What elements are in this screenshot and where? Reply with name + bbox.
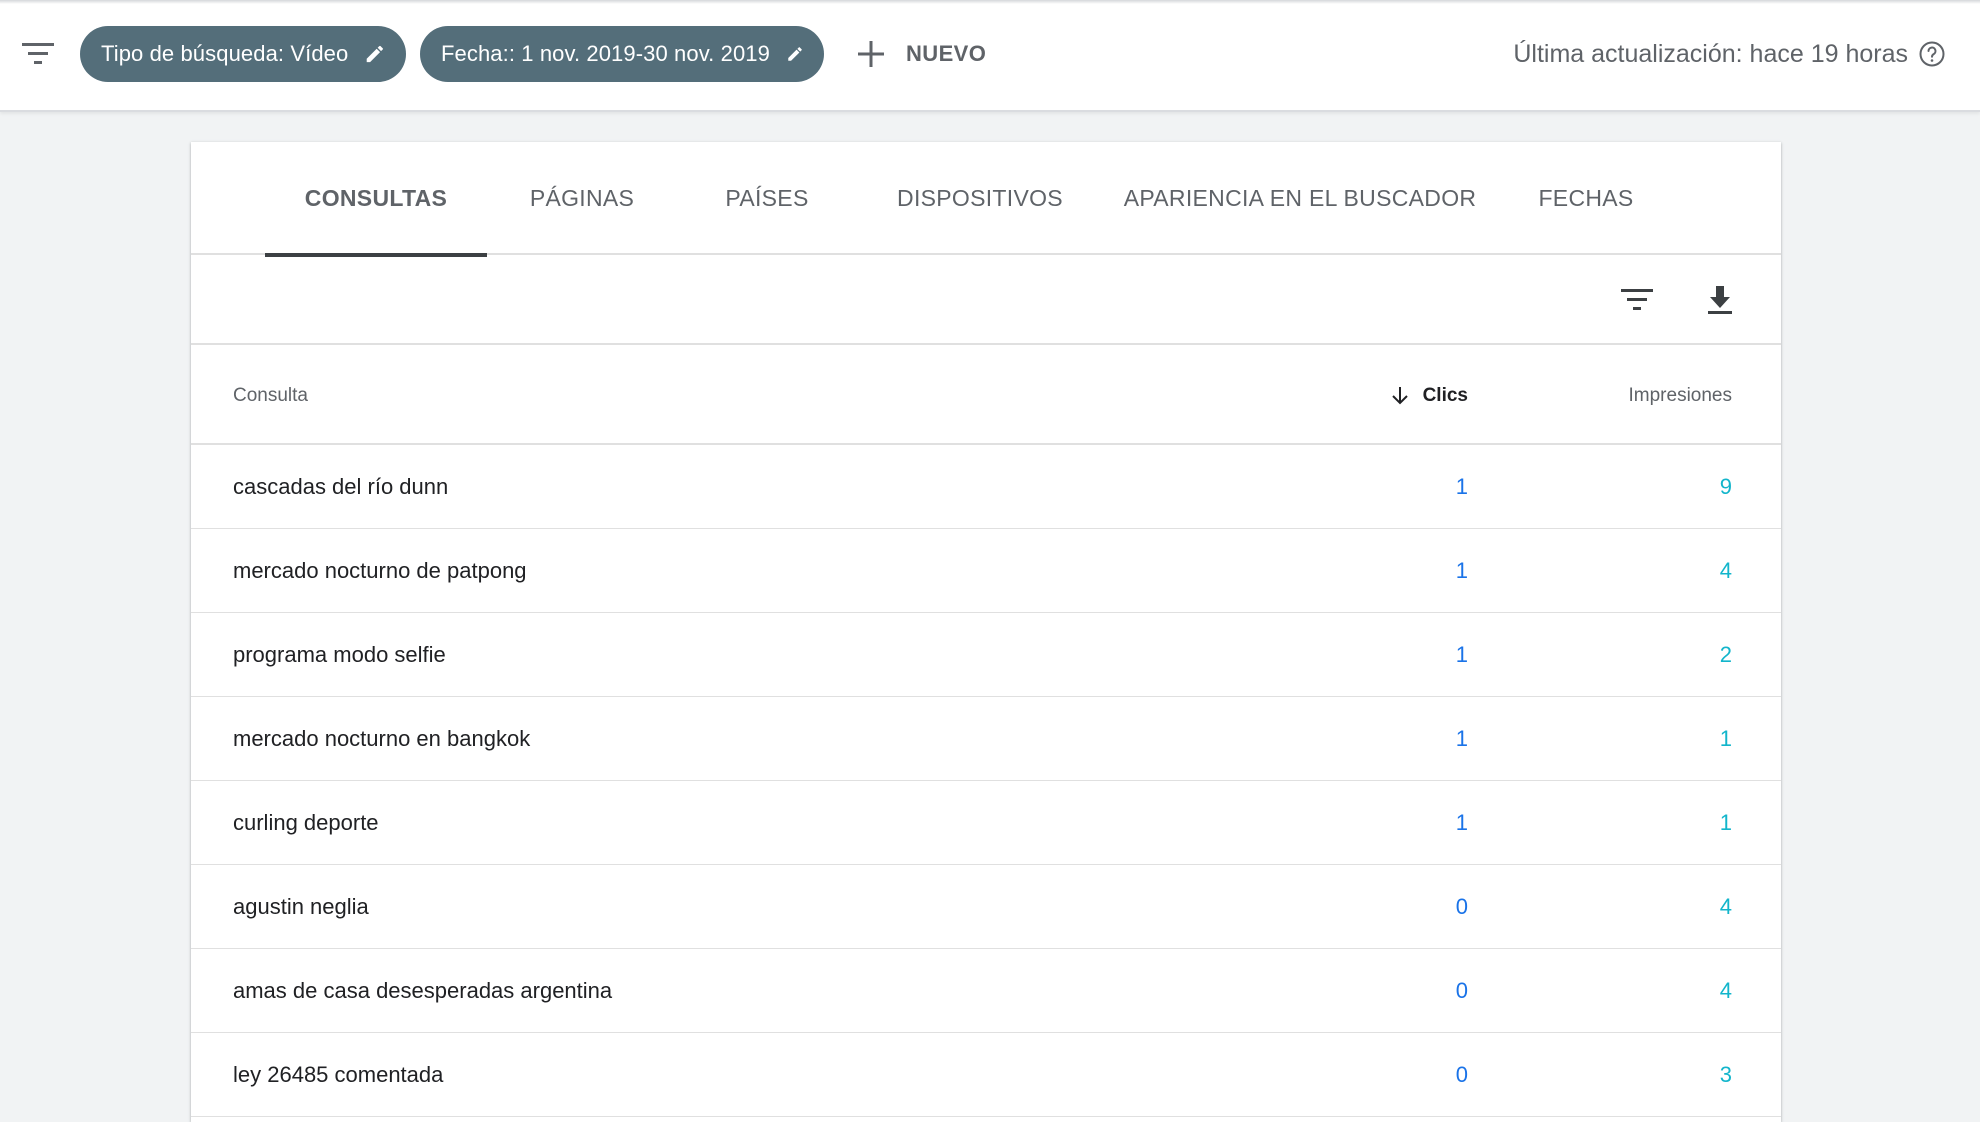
clicks-cell: 1	[1455, 809, 1468, 835]
clicks-cell: 1	[1455, 473, 1468, 499]
performance-table-card: CONSULTAS PÁGINAS PAÍSES DISPOSITIVOS AP…	[191, 142, 1781, 1122]
filter-list-icon[interactable]	[22, 40, 54, 68]
chip-label: Fecha:: 1 nov. 2019-30 nov. 2019	[441, 41, 770, 66]
chip-label: Tipo de búsqueda: Vídeo	[101, 41, 349, 66]
table-body: cascadas del río dunn 1 9 mercado noctur…	[191, 445, 1781, 1117]
table-header: Consulta Clics Impresiones	[191, 347, 1781, 445]
query-cell: mercado nocturno en bangkok	[233, 725, 531, 751]
table-row[interactable]: ley 26485 comentada 0 3	[191, 1033, 1781, 1117]
search-type-chip[interactable]: Tipo de búsqueda: Vídeo	[80, 26, 406, 82]
pencil-icon[interactable]	[364, 41, 386, 67]
tab-label: PAÍSES	[725, 185, 809, 211]
table-toolbar	[191, 255, 1781, 345]
impressions-cell: 1	[1719, 809, 1732, 835]
tab-label: APARIENCIA EN EL BUSCADOR	[1123, 185, 1477, 211]
clicks-cell: 0	[1455, 977, 1468, 1003]
tab-label: FECHAS	[1538, 185, 1634, 211]
tab-consultas[interactable]: CONSULTAS	[265, 142, 487, 257]
clicks-cell: 1	[1455, 725, 1468, 751]
table-row[interactable]: mercado nocturno en bangkok 1 1	[191, 697, 1781, 781]
table-row[interactable]: curling deporte 1 1	[191, 781, 1781, 865]
table-row[interactable]: cascadas del río dunn 1 9	[191, 445, 1781, 529]
query-cell: programa modo selfie	[233, 641, 446, 667]
impressions-cell: 4	[1719, 977, 1732, 1003]
table-row[interactable]: mercado nocturno de patpong 1 4	[191, 529, 1781, 613]
date-range-chip[interactable]: Fecha:: 1 nov. 2019-30 nov. 2019	[420, 26, 824, 82]
pencil-icon[interactable]	[786, 41, 804, 67]
query-cell: agustin neglia	[233, 893, 369, 919]
impressions-cell: 4	[1719, 893, 1732, 919]
query-cell: amas de casa desesperadas argentina	[233, 977, 613, 1003]
impressions-cell: 2	[1719, 641, 1732, 667]
tab-paises[interactable]: PAÍSES	[677, 142, 857, 255]
query-cell: curling deporte	[233, 809, 379, 835]
tab-label: PÁGINAS	[529, 185, 635, 211]
column-header-query: Consulta	[233, 347, 308, 445]
clicks-cell: 1	[1455, 557, 1468, 583]
new-filter-label: NUEVO	[906, 41, 987, 66]
column-label: Clics	[1422, 385, 1468, 406]
download-icon[interactable]	[1703, 283, 1737, 317]
plus-icon	[858, 41, 884, 67]
table-row[interactable]: agustin neglia 0 4	[191, 865, 1781, 949]
column-label: Impresiones	[1628, 385, 1733, 406]
tab-label: DISPOSITIVOS	[897, 185, 1063, 211]
query-cell: cascadas del río dunn	[233, 473, 449, 499]
filter-list-icon[interactable]	[1620, 283, 1654, 317]
column-header-clicks[interactable]: Clics	[1389, 347, 1468, 445]
last-update-text: Última actualización: hace 19 horas	[1513, 39, 1908, 68]
tab-apariencia[interactable]: APARIENCIA EN EL BUSCADOR	[1103, 142, 1497, 255]
impressions-cell: 1	[1719, 725, 1732, 751]
clicks-cell: 0	[1455, 1061, 1468, 1087]
arrow-down-icon	[1391, 387, 1408, 405]
tab-dispositivos[interactable]: DISPOSITIVOS	[857, 142, 1103, 255]
impressions-cell: 9	[1719, 473, 1732, 499]
query-cell: mercado nocturno de patpong	[233, 557, 527, 583]
impressions-cell: 4	[1719, 557, 1732, 583]
table-row[interactable]: amas de casa desesperadas argentina 0 4	[191, 949, 1781, 1033]
clicks-cell: 0	[1455, 893, 1468, 919]
column-header-impressions[interactable]: Impresiones	[1629, 347, 1733, 445]
tab-fechas[interactable]: FECHAS	[1497, 142, 1675, 255]
top-filter-bar: Tipo de búsqueda: Vídeo Fecha:: 1 nov. 2…	[0, 0, 1980, 112]
table-row[interactable]: programa modo selfie 1 2	[191, 613, 1781, 697]
query-cell: ley 26485 comentada	[233, 1061, 444, 1087]
clicks-cell: 1	[1455, 641, 1468, 667]
impressions-cell: 3	[1719, 1061, 1732, 1087]
column-label: Consulta	[233, 385, 308, 406]
dimension-tabs: CONSULTAS PÁGINAS PAÍSES DISPOSITIVOS AP…	[191, 142, 1781, 257]
tab-paginas[interactable]: PÁGINAS	[487, 142, 677, 255]
help-circle-icon[interactable]	[1918, 40, 1946, 68]
new-filter-button[interactable]: NUEVO	[856, 26, 986, 82]
last-update-status: Última actualización: hace 19 horas	[1513, 26, 1946, 82]
tab-label: CONSULTAS	[304, 185, 448, 211]
